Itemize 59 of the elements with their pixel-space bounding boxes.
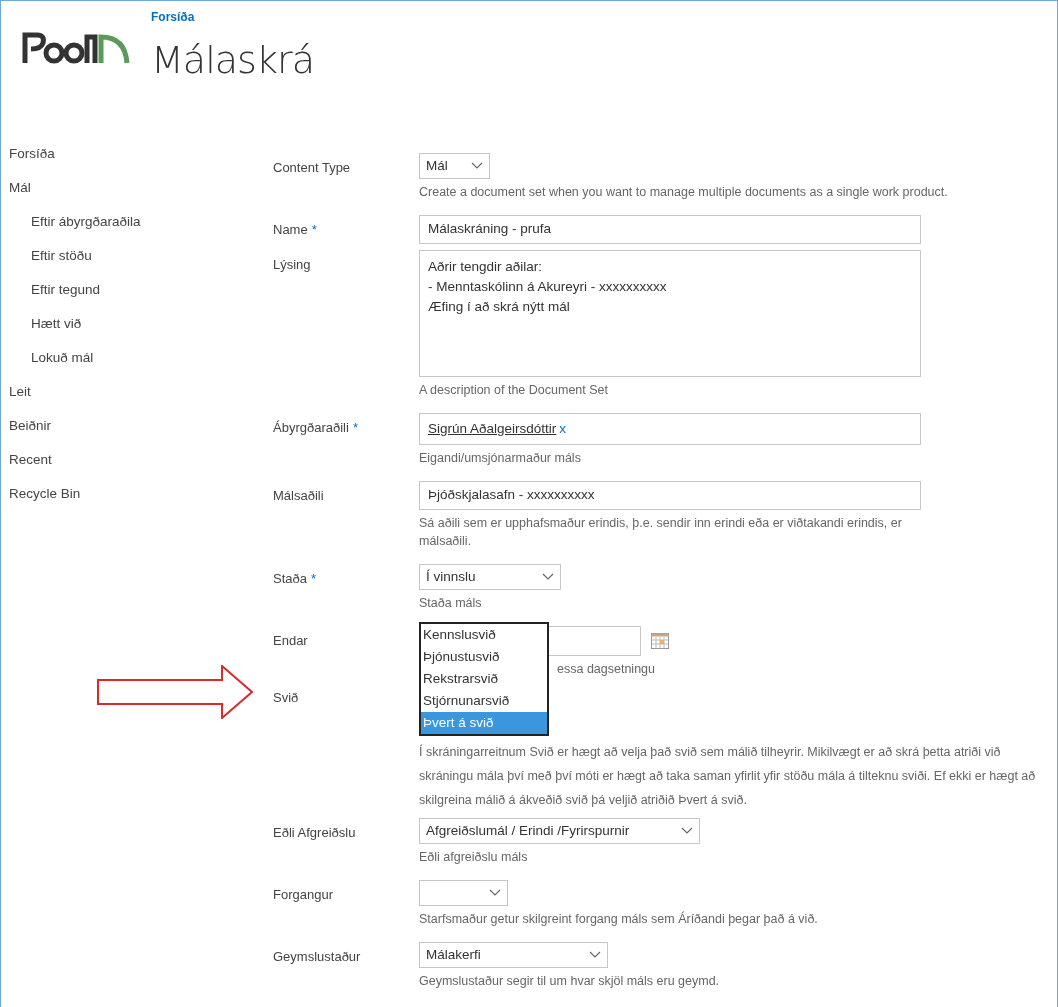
nav-link[interactable]: Recent [9,450,52,470]
nav-link[interactable]: Eftir ábyrgðaraðila [31,212,141,232]
nav-link[interactable]: Beiðnir [9,416,52,436]
required-mark: * [311,570,317,588]
help-text: Starfsmaður getur skilgreint forgang máls sem Áríðandi þegar það á við. [419,910,819,928]
required-mark: * [311,221,317,239]
nav-link[interactable]: Eftir stöðu [31,246,92,266]
help-text: Create a document set when you want to manage multiple documents as a single work product. [419,184,949,201]
field-label: Geymslustaður [273,948,361,966]
help-text: essa dagsetningu [557,661,655,678]
help-text: Staða máls [419,595,483,612]
dropdown-option[interactable]: Rekstrarsvið [421,668,547,690]
help-text: Í skráningarreitnum Svið er hægt að velja það svið sem málið tilheyrir. Mikilvægt er að skrá þetta atriði við skráningu mála því með því móti er hægt að taka saman yfirlit yfir stöðu mála á tilteknu sviði. Ef ekki er hægt að skilgreina málið á ákveðið svið þá veljið atriðið Þvert á svið. [419,743,1037,809]
field-label: Name [273,221,308,239]
select-field[interactable]: Málakerfi [419,942,608,968]
field-label: Ábyrgðaraðili [273,419,349,437]
chevron-down-icon [489,889,501,897]
nav-link[interactable]: Lokuð mál [31,348,94,368]
field-label: Content Type [273,159,351,177]
nav-link[interactable]: Forsíða [9,144,55,164]
logo-icon [21,31,131,65]
input-field[interactable]: Málaskráning - prufa [419,215,921,244]
help-text: Eðli afgreiðslu máls [419,849,529,866]
nav-link[interactable]: Leit [9,382,31,402]
dropdown-option[interactable]: Stjórnunarsvið [421,690,547,712]
remove-link[interactable]: x [559,418,567,440]
help-text: Sá aðili sem er upphafsmaður erindis, þ.e. sendir inn erindi eða er viðtakandi erindis, er málsaðili. [419,515,903,550]
breadcrumb-link[interactable]: Forsíða [151,9,315,25]
dropdown-option[interactable]: Kennslusvið [421,624,547,646]
field-label: Málsaðili [273,487,324,505]
field-label: Forgangur [273,886,333,904]
person-name: Sigrún Aðalgeirsdóttir [428,419,557,438]
chevron-down-icon [681,827,693,835]
nav-link[interactable]: Eftir tegund [31,280,101,300]
nav-link[interactable]: Hætt við [31,314,82,334]
field-label: Lýsing [273,256,311,274]
chevron-down-icon [542,573,554,581]
select-field[interactable]: Í vinnslu [419,564,561,590]
select-field[interactable]: Afgreiðslumál / Erindi /Fyrirspurnir [419,818,700,844]
help-text: Eigandi/umsjónarmaður máls [419,450,582,467]
input-field[interactable]: Þjóðskjalasafn - xxxxxxxxxx [419,481,921,510]
help-text: A description of the Document Set [419,382,609,399]
nav-link[interactable]: Recycle Bin [9,484,81,504]
field-label: Endar [273,632,308,650]
required-mark: * [352,419,358,437]
select-field[interactable] [419,880,508,906]
dropdown-option[interactable]: Þjónustusvið [421,646,547,668]
nav-link[interactable]: Mál [9,178,31,198]
calendar-icon[interactable] [651,633,669,649]
select-field[interactable]: Mál [419,153,490,179]
page-title: Málaskrá [151,37,315,83]
people-picker-field[interactable]: Sigrún Aðalgeirsdóttir x [419,413,921,445]
chevron-down-icon [471,162,483,170]
field-label: Svið [273,689,299,707]
textarea-field[interactable]: Aðrir tengdir aðilar: - Menntaskólinn á Akureyri - xxxxxxxxxx Æfing í að skrá nýtt mál [419,250,921,377]
field-label: Eðli Afgreiðslu [273,824,356,842]
field-label: Staða [273,570,307,588]
help-text: Geymslustaður segir til um hvar skjöl máls eru geymd. [419,973,721,990]
chevron-down-icon [589,951,601,959]
